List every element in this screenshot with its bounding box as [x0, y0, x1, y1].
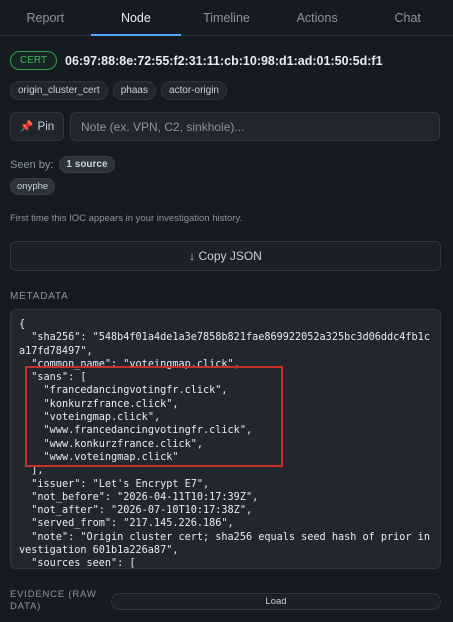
tag-actor-origin[interactable]: actor-origin — [160, 81, 227, 100]
note-input[interactable] — [70, 112, 440, 141]
tab-actions[interactable]: Actions — [272, 0, 363, 35]
tag-origin-cluster-cert[interactable]: origin_cluster_cert — [10, 81, 108, 100]
evidence-label: EVIDENCE (RAW DATA) — [10, 589, 97, 612]
seen-by-row: Seen by: 1 source — [10, 156, 115, 173]
tag-list: origin_cluster_cert phaas actor-origin — [10, 81, 227, 100]
pin-label: Pin — [37, 120, 55, 133]
metadata-json-panel[interactable]: { "sha256": "548b4f01a4de1a3e7858b821fae… — [10, 309, 441, 569]
tab-timeline[interactable]: Timeline — [181, 0, 272, 35]
metadata-json-text: { "sha256": "548b4f01a4de1a3e7858b821fae… — [19, 319, 430, 569]
tab-node[interactable]: Node — [90, 0, 182, 36]
pin-icon: 📌 — [19, 121, 34, 133]
load-evidence-button[interactable]: Load — [111, 593, 441, 610]
source-count-badge: 1 source — [59, 156, 115, 173]
tag-phaas[interactable]: phaas — [112, 81, 156, 100]
tab-chat[interactable]: Chat — [362, 0, 453, 35]
node-type-badge: CERT — [10, 51, 58, 70]
note-row: 📌 Pin — [10, 112, 440, 141]
copy-json-button[interactable]: ↓ Copy JSON — [10, 241, 441, 271]
seen-by-label: Seen by: — [10, 158, 54, 171]
node-hash: 06:97:88:8e:72:55:f2:31:11:cb:10:98:d1:a… — [65, 53, 383, 68]
tab-report[interactable]: Report — [0, 0, 91, 35]
node-header: CERT 06:97:88:8e:72:55:f2:31:11:cb:10:98… — [10, 51, 383, 70]
first-time-notice: First time this IOC appears in your inve… — [10, 213, 243, 224]
pin-button[interactable]: 📌 Pin — [10, 112, 64, 141]
tab-bar: Report Node Timeline Actions Chat — [0, 0, 453, 36]
metadata-title: METADATA — [10, 291, 69, 302]
source-tag-onyphe: onyphe — [10, 178, 56, 195]
